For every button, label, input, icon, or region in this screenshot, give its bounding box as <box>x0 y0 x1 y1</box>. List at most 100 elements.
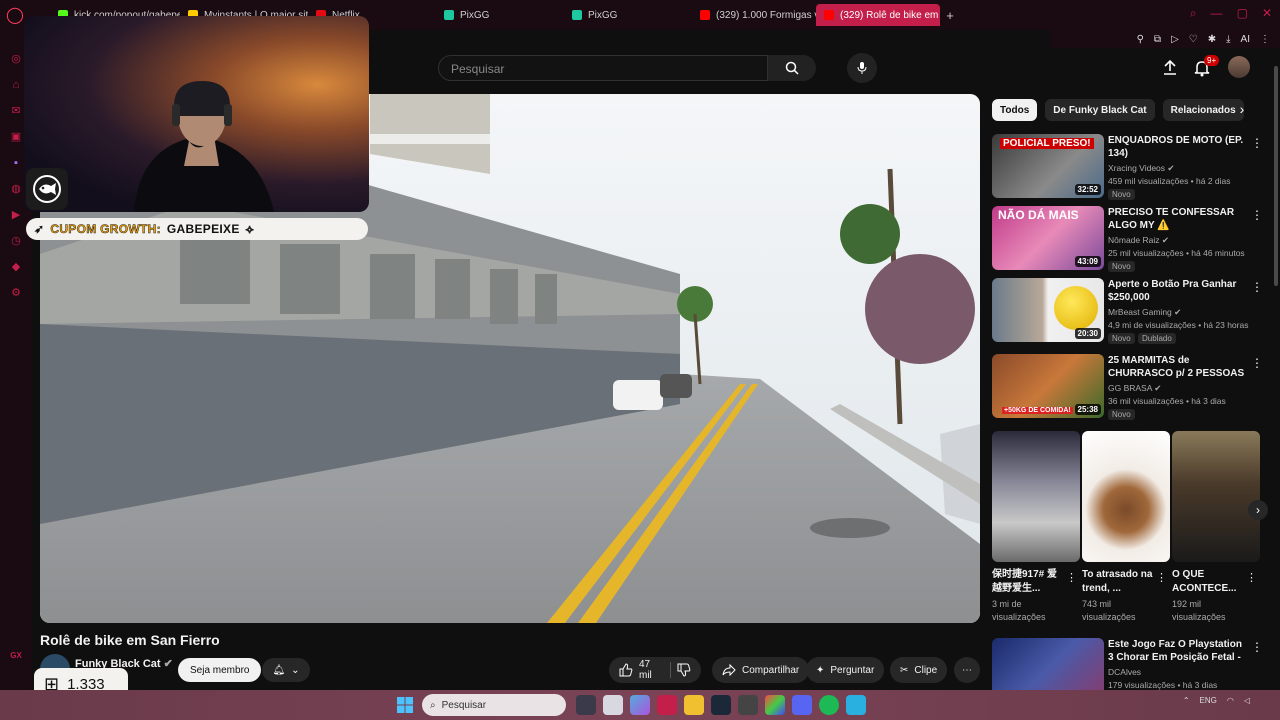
download-icon[interactable]: ⤓ <box>1226 34 1230 45</box>
page-scrollbar[interactable] <box>1272 54 1280 682</box>
messenger-icon[interactable]: ✉ <box>9 104 23 118</box>
video-thumbnail[interactable]: 20:30 <box>992 278 1104 342</box>
twitch-icon[interactable]: ▪ <box>9 156 23 170</box>
tab-youtube-formigas[interactable]: (329) 1.000 Formigas vs. <box>692 4 816 26</box>
language-indicator[interactable]: ENG <box>1200 696 1217 705</box>
video-thumbnail[interactable]: NÃO DÁ MAIS 43:09 <box>992 206 1104 270</box>
player-icon[interactable]: ▶ <box>9 208 23 222</box>
extensions-icon[interactable]: ✱ <box>1208 34 1216 45</box>
short-thumbnail[interactable] <box>1082 431 1170 562</box>
video-title[interactable]: PRECISO TE CONFESSAR ALGO MY ⚠️ <box>1108 206 1248 232</box>
shorts-next-button[interactable]: › <box>1248 500 1268 520</box>
chevron-right-icon[interactable]: › <box>1232 101 1252 121</box>
ai-button[interactable]: AI <box>1241 34 1250 45</box>
maximize-icon[interactable]: ▢ <box>1237 6 1248 21</box>
video-title[interactable]: ENQUADROS DE MOTO (EP. 134) <box>1108 134 1248 160</box>
voice-search-button[interactable] <box>847 53 877 83</box>
video-thumbnail[interactable] <box>992 638 1104 690</box>
discord-app-icon[interactable] <box>792 695 812 715</box>
capcut-app-icon[interactable] <box>765 695 785 715</box>
video-thumbnail[interactable]: POLICIAL PRESO! 32:52 <box>992 134 1104 198</box>
short-menu-icon[interactable]: ⋮ <box>1066 571 1077 584</box>
account-avatar[interactable] <box>1228 56 1250 78</box>
notes-app-icon[interactable] <box>603 695 623 715</box>
file-explorer-icon[interactable] <box>684 695 704 715</box>
tab-youtube-active[interactable]: (329) Rolê de bike em San <box>816 4 940 26</box>
short-item[interactable]: 保时捷917# 爱越野爱生... 3 mi de visualizações ⋮ <box>992 431 1080 624</box>
upload-icon[interactable] <box>1160 58 1180 78</box>
short-title[interactable]: To atrasado na trend, ... <box>1082 568 1156 596</box>
heart-icon[interactable]: ♡ <box>1189 34 1198 45</box>
recommendation-item[interactable]: NÃO DÁ MAIS 43:09 PRECISO TE CONFESSAR A… <box>992 206 1263 272</box>
video-menu-icon[interactable]: ⋮ <box>1251 136 1263 150</box>
discord-icon[interactable]: ◍ <box>9 182 23 196</box>
windows-start-icon[interactable] <box>396 696 414 714</box>
clip-button[interactable]: ✂ Clipe <box>890 657 948 683</box>
chip-all[interactable]: Todos <box>992 99 1038 121</box>
video-menu-icon[interactable]: ⋮ <box>1251 208 1263 222</box>
like-button[interactable]: 47 mil <box>609 657 701 683</box>
minimize-icon[interactable]: — <box>1211 6 1223 21</box>
short-thumbnail[interactable] <box>992 431 1080 562</box>
gx-corner-icon[interactable]: ⌂ <box>9 78 23 92</box>
share-button[interactable]: Compartilhar <box>712 657 810 683</box>
thumbs-down-icon[interactable] <box>677 663 691 677</box>
ask-button[interactable]: ✦ Perguntar <box>806 657 885 683</box>
tray-chevron-icon[interactable]: ⌃ <box>1183 696 1190 705</box>
settings-icon[interactable]: ⚙ <box>9 286 23 300</box>
search-button[interactable] <box>768 55 816 81</box>
short-item[interactable]: To atrasado na trend, ... 743 mil visual… <box>1082 431 1170 624</box>
new-tab-button[interactable]: + <box>940 8 960 23</box>
opera-gx-app-icon[interactable] <box>657 695 677 715</box>
chip-from-channel[interactable]: De Funky Black Cat <box>1045 99 1155 121</box>
steam-app-icon[interactable] <box>711 695 731 715</box>
task-view-icon[interactable] <box>576 695 596 715</box>
channel-name[interactable]: GG BRASA ✔ <box>1108 383 1161 394</box>
video-title[interactable]: Aperte o Botão Pra Ganhar $250,000 <box>1108 278 1248 304</box>
wifi-icon[interactable]: ◠ <box>1227 696 1234 705</box>
snapshot-icon[interactable]: ⧉ <box>1154 34 1161 45</box>
recommendation-item[interactable]: POLICIAL PRESO! 32:52 ENQUADROS DE MOTO … <box>992 134 1263 200</box>
gx-control-icon[interactable]: ◎ <box>9 52 23 66</box>
video-thumbnail[interactable]: +50KG DE COMIDA! 25:38 <box>992 354 1104 418</box>
video-menu-icon[interactable]: ⋮ <box>1251 280 1263 294</box>
obs-app-icon[interactable] <box>846 695 866 715</box>
close-icon[interactable]: ✕ <box>1262 6 1272 21</box>
short-thumbnail[interactable] <box>1172 431 1260 562</box>
video-menu-icon[interactable]: ⋮ <box>1251 356 1263 370</box>
app-icon[interactable] <box>738 695 758 715</box>
scrollbar-thumb[interactable] <box>1274 66 1278 286</box>
short-title[interactable]: 保时捷917# 爱越野爱生... <box>992 568 1066 596</box>
volume-icon[interactable]: ◁ <box>1244 696 1250 705</box>
channel-name[interactable]: MrBeast Gaming ✔ <box>1108 307 1181 318</box>
short-menu-icon[interactable]: ⋮ <box>1156 571 1167 584</box>
spotify-app-icon[interactable] <box>819 695 839 715</box>
tab-pixgg-2[interactable]: PixGG <box>564 4 692 26</box>
subscribed-bell-button[interactable]: 🔔︎ ⌄ <box>262 658 310 682</box>
channel-name[interactable]: Xracing Videos ✔ <box>1108 163 1175 174</box>
more-actions-button[interactable]: ⋯ <box>954 657 980 683</box>
video-title[interactable]: Este Jogo Faz O Playstation 3 Chorar Em … <box>1108 638 1248 664</box>
video-title[interactable]: 25 MARMITAS de CHURRASCO p/ 2 PESSOAS e … <box>1108 354 1248 380</box>
recommendation-item[interactable]: 20:30 Aperte o Botão Pra Ganhar $250,000… <box>992 278 1263 344</box>
channel-name[interactable]: DCAlves <box>1108 667 1141 677</box>
pin-icon[interactable]: ⚲ <box>1137 34 1144 45</box>
channel-name[interactable]: Nômade Raiz ✔ <box>1108 235 1169 246</box>
recommendation-item[interactable]: +50KG DE COMIDA! 25:38 25 MARMITAS de CH… <box>992 354 1263 420</box>
instagram-icon[interactable]: ▣ <box>9 130 23 144</box>
short-item[interactable]: O QUE ACONTECE... 192 mil visualizações … <box>1172 431 1260 624</box>
play-icon[interactable]: ▷ <box>1171 34 1179 45</box>
menu-icon[interactable]: ⋮ <box>1260 34 1270 45</box>
short-title[interactable]: O QUE ACONTECE... <box>1172 568 1246 596</box>
bookmarks-icon[interactable]: ◆ <box>9 260 23 274</box>
search-tabs-icon[interactable]: ⌕ <box>1190 6 1197 21</box>
history-icon[interactable]: ◷ <box>9 234 23 248</box>
join-button[interactable]: Seja membro <box>178 658 262 682</box>
tab-pixgg-1[interactable]: PixGG <box>436 4 564 26</box>
taskbar-search-input[interactable]: ⌕ Pesquisar <box>422 694 566 716</box>
recommendation-item[interactable]: Este Jogo Faz O Playstation 3 Chorar Em … <box>992 638 1262 690</box>
photos-app-icon[interactable] <box>630 695 650 715</box>
search-input[interactable]: Pesquisar <box>438 55 768 81</box>
short-menu-icon[interactable]: ⋮ <box>1246 571 1257 584</box>
video-menu-icon[interactable]: ⋮ <box>1251 640 1262 654</box>
